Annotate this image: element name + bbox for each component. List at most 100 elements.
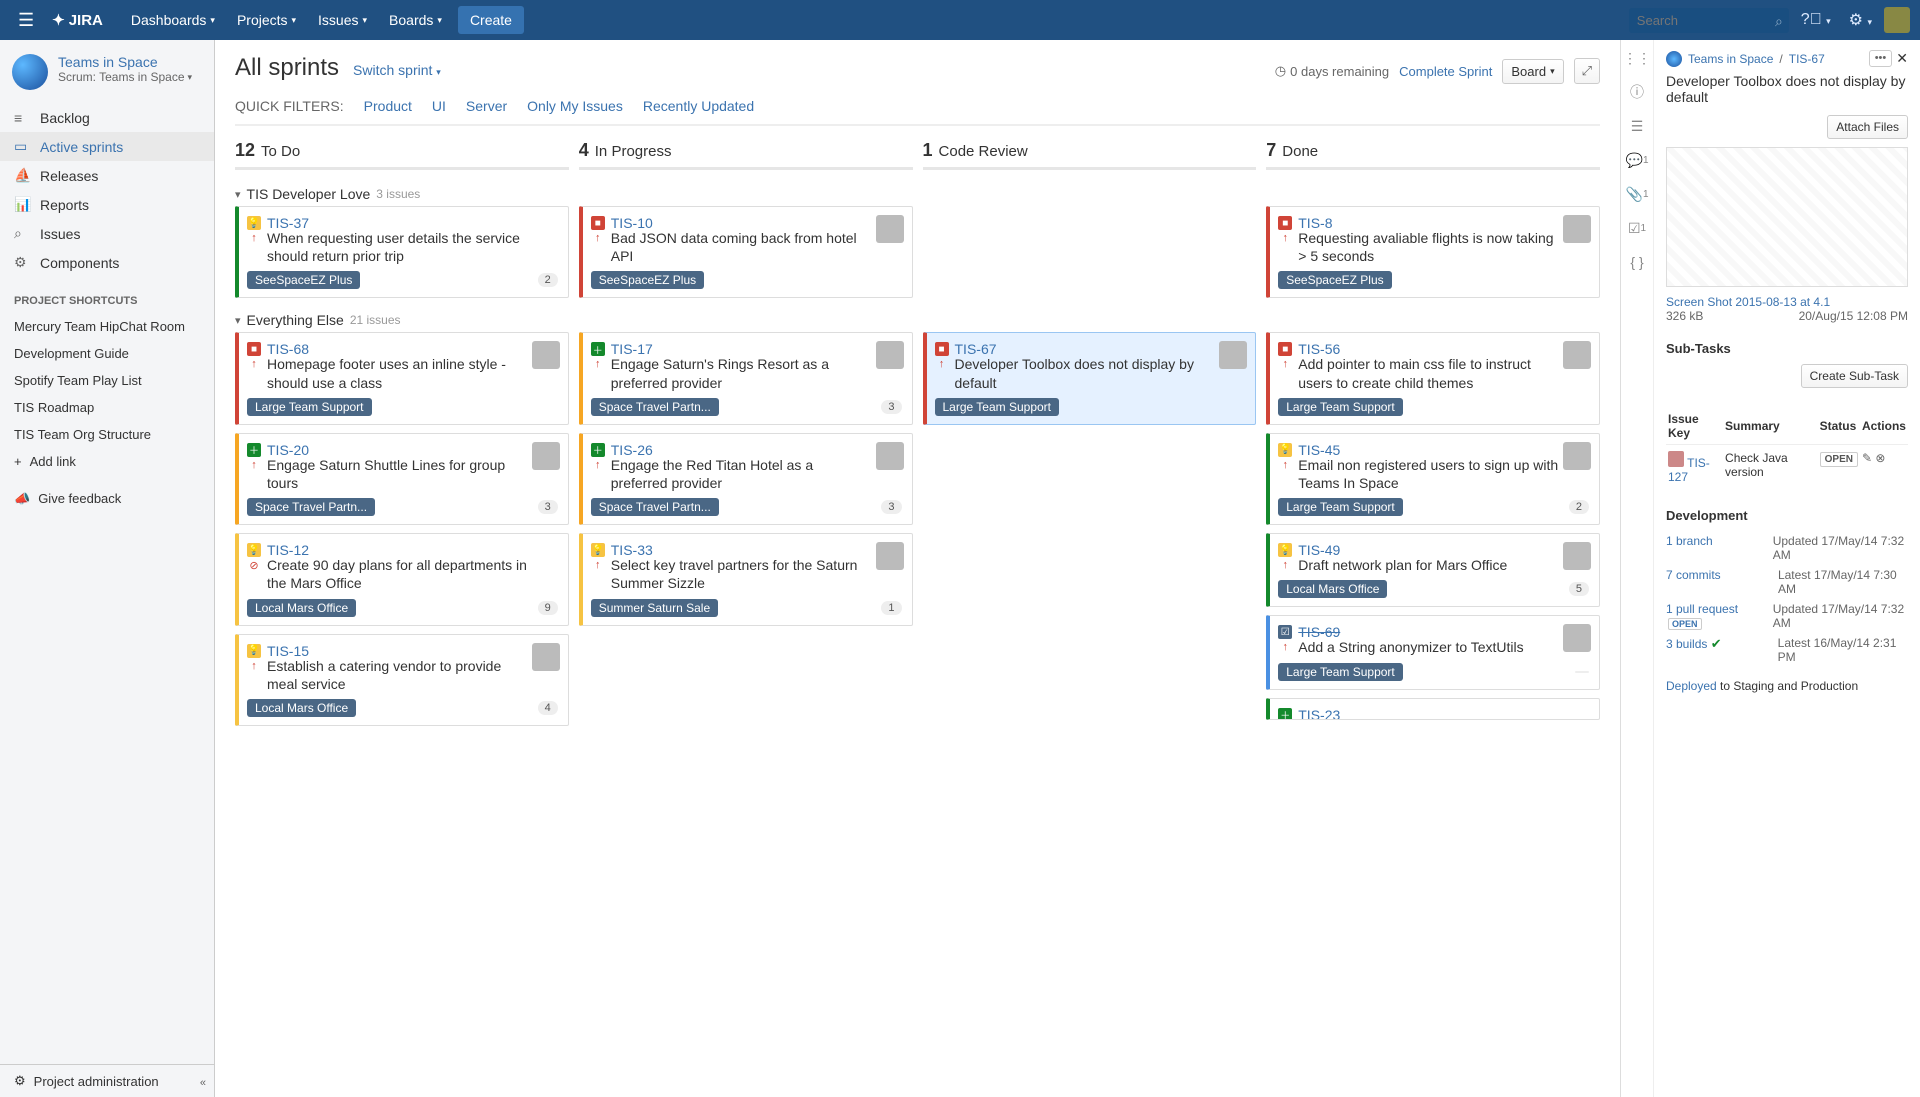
- expand-icon[interactable]: ⤢: [1574, 58, 1600, 84]
- detail-tab-dev[interactable]: { }: [1627, 252, 1647, 272]
- nav-issues[interactable]: Issues ▾: [308, 2, 377, 38]
- issue-card[interactable]: ＋TIS-20 ↑Engage Saturn Shuttle Lines for…: [235, 433, 569, 525]
- nav-projects[interactable]: Projects ▾: [227, 2, 306, 38]
- filter-ui[interactable]: UI: [432, 98, 446, 114]
- collapse-sidebar-icon[interactable]: «: [200, 1077, 206, 1089]
- dev-row[interactable]: 3 builds ✔Latest 16/May/14 2:31 PM: [1666, 633, 1908, 667]
- swimlane-everything-else[interactable]: ▾ Everything Else 21 issues: [235, 306, 1600, 332]
- dev-row[interactable]: 1 pull request OPENUpdated 17/May/14 7:3…: [1666, 599, 1908, 633]
- detail-tab-comments[interactable]: 💬1: [1627, 150, 1647, 170]
- deployed-link[interactable]: Deployed: [1666, 679, 1717, 693]
- assignee-avatar[interactable]: [1563, 215, 1591, 243]
- give-feedback[interactable]: 📣Give feedback: [0, 485, 214, 513]
- edit-icon[interactable]: ✎: [1862, 451, 1872, 465]
- column-cell[interactable]: ＋TIS-17 ↑Engage Saturn's Rings Resort as…: [579, 332, 913, 726]
- detail-project-link[interactable]: Teams in Space: [1688, 52, 1773, 66]
- epic-badge[interactable]: Space Travel Partn...: [591, 498, 719, 516]
- issue-card[interactable]: ■TIS-10 ↑Bad JSON data coming back from …: [579, 206, 913, 298]
- create-button[interactable]: Create: [458, 6, 524, 34]
- assignee-avatar[interactable]: [1563, 542, 1591, 570]
- epic-badge[interactable]: Large Team Support: [1278, 398, 1403, 416]
- epic-badge[interactable]: SeeSpaceEZ Plus: [591, 271, 704, 289]
- sidebar-item-releases[interactable]: ⛵Releases: [0, 161, 214, 190]
- filter-my-issues[interactable]: Only My Issues: [527, 98, 623, 114]
- dev-row[interactable]: 7 commitsLatest 17/May/14 7:30 AM: [1666, 565, 1908, 599]
- detail-tab-subtasks[interactable]: ☑1: [1627, 218, 1647, 238]
- issue-key[interactable]: TIS-23: [1298, 707, 1340, 720]
- settings-icon[interactable]: ⚙ ▾: [1843, 10, 1878, 30]
- project-header[interactable]: Teams in Space Scrum: Teams in Space ▾: [0, 40, 214, 100]
- issue-card[interactable]: 💡TIS-37 ↑When requesting user details th…: [235, 206, 569, 298]
- shortcut-link[interactable]: TIS Roadmap: [0, 394, 214, 421]
- issue-card[interactable]: ■TIS-56 ↑Add pointer to main css file to…: [1266, 332, 1600, 424]
- chevron-down-icon[interactable]: ▾: [235, 188, 241, 201]
- epic-badge[interactable]: Large Team Support: [1278, 498, 1403, 516]
- detail-key-link[interactable]: TIS-67: [1789, 52, 1825, 66]
- epic-badge[interactable]: Space Travel Partn...: [591, 398, 719, 416]
- issue-card[interactable]: 💡TIS-12 ⊘Create 90 day plans for all dep…: [235, 533, 569, 625]
- sidebar-item-issues[interactable]: ⌕Issues: [0, 219, 214, 248]
- sidebar-item-active-sprints[interactable]: ▭Active sprints: [0, 132, 214, 161]
- issue-card[interactable]: ☑TIS-69 ↑Add a String anonymizer to Text…: [1266, 615, 1600, 689]
- issue-card[interactable]: 💡TIS-33 ↑Select key travel partners for …: [579, 533, 913, 625]
- nav-boards[interactable]: Boards ▾: [379, 2, 452, 38]
- subtask-row[interactable]: TIS-127 Check Java version OPEN ✎ ⊗: [1666, 445, 1908, 491]
- detail-close-icon[interactable]: ✕: [1896, 50, 1908, 67]
- epic-badge[interactable]: Local Mars Office: [247, 699, 356, 717]
- sidebar-item-reports[interactable]: 📊Reports: [0, 190, 214, 219]
- issue-card[interactable]: ＋TIS-26 ↑Engage the Red Titan Hotel as a…: [579, 433, 913, 525]
- search-input[interactable]: [1629, 8, 1789, 33]
- column-cell[interactable]: ■TIS-10 ↑Bad JSON data coming back from …: [579, 206, 913, 298]
- delete-icon[interactable]: ⊗: [1875, 451, 1885, 465]
- detail-tab-attach[interactable]: 📎1: [1627, 184, 1647, 204]
- assignee-avatar[interactable]: [876, 442, 904, 470]
- issue-card[interactable]: 💡TIS-45 ↑Email non registered users to s…: [1266, 433, 1600, 525]
- epic-badge[interactable]: Large Team Support: [935, 398, 1060, 416]
- project-type[interactable]: Scrum: Teams in Space ▾: [58, 70, 192, 84]
- sidebar-item-backlog[interactable]: ≡Backlog: [0, 104, 214, 132]
- column-cell[interactable]: 💡TIS-37 ↑When requesting user details th…: [235, 206, 569, 298]
- swimlane-dev-love[interactable]: ▾ TIS Developer Love 3 issues: [235, 180, 1600, 206]
- detail-more-icon[interactable]: •••: [1869, 50, 1893, 67]
- attachment-thumbnail[interactable]: [1666, 147, 1908, 287]
- column-cell[interactable]: ■TIS-8 ↑Requesting avaliable flights is …: [1266, 206, 1600, 298]
- shortcut-link[interactable]: Mercury Team HipChat Room: [0, 313, 214, 340]
- create-subtask-button[interactable]: Create Sub-Task: [1801, 364, 1908, 388]
- user-avatar[interactable]: [1884, 7, 1910, 33]
- assignee-avatar[interactable]: [876, 542, 904, 570]
- epic-badge[interactable]: Summer Saturn Sale: [591, 599, 718, 617]
- detail-tab-drag[interactable]: ⋮⋮: [1627, 48, 1647, 68]
- shortcut-link[interactable]: Development Guide: [0, 340, 214, 367]
- epic-badge[interactable]: SeeSpaceEZ Plus: [1278, 271, 1391, 289]
- assignee-avatar[interactable]: [876, 215, 904, 243]
- assignee-avatar[interactable]: [532, 643, 560, 671]
- filter-recent[interactable]: Recently Updated: [643, 98, 754, 114]
- filter-server[interactable]: Server: [466, 98, 507, 114]
- epic-badge[interactable]: Large Team Support: [247, 398, 372, 416]
- epic-badge[interactable]: Large Team Support: [1278, 663, 1403, 681]
- assignee-avatar[interactable]: [532, 442, 560, 470]
- menu-icon[interactable]: ☰: [10, 10, 42, 31]
- chevron-down-icon[interactable]: ▾: [235, 314, 241, 327]
- issue-card[interactable]: ■TIS-67 ↑Developer Toolbox does not disp…: [923, 332, 1257, 424]
- jira-logo[interactable]: ✦JIRA: [42, 11, 113, 29]
- shortcut-link[interactable]: Spotify Team Play List: [0, 367, 214, 394]
- epic-badge[interactable]: SeeSpaceEZ Plus: [247, 271, 360, 289]
- search-icon[interactable]: ⌕: [1775, 13, 1783, 30]
- assignee-avatar[interactable]: [876, 341, 904, 369]
- complete-sprint-button[interactable]: Complete Sprint: [1399, 64, 1492, 79]
- detail-tab-info[interactable]: ⓘ: [1627, 82, 1647, 102]
- assignee-avatar[interactable]: [1219, 341, 1247, 369]
- dev-row[interactable]: 1 branchUpdated 17/May/14 7:32 AM: [1666, 531, 1908, 565]
- filter-product[interactable]: Product: [364, 98, 412, 114]
- sidebar-item-components[interactable]: ⚙Components: [0, 248, 214, 277]
- column-cell[interactable]: ■TIS-67 ↑Developer Toolbox does not disp…: [923, 332, 1257, 726]
- issue-card[interactable]: ＋TIS-17 ↑Engage Saturn's Rings Resort as…: [579, 332, 913, 424]
- column-cell[interactable]: [923, 206, 1257, 298]
- issue-card[interactable]: ■TIS-8 ↑Requesting avaliable flights is …: [1266, 206, 1600, 298]
- project-admin[interactable]: ⚙Project administration: [0, 1064, 214, 1097]
- assignee-avatar[interactable]: [1563, 624, 1591, 652]
- epic-badge[interactable]: Space Travel Partn...: [247, 498, 375, 516]
- epic-badge[interactable]: Local Mars Office: [1278, 580, 1387, 598]
- issue-card[interactable]: 💡TIS-15 ↑Establish a catering vendor to …: [235, 634, 569, 726]
